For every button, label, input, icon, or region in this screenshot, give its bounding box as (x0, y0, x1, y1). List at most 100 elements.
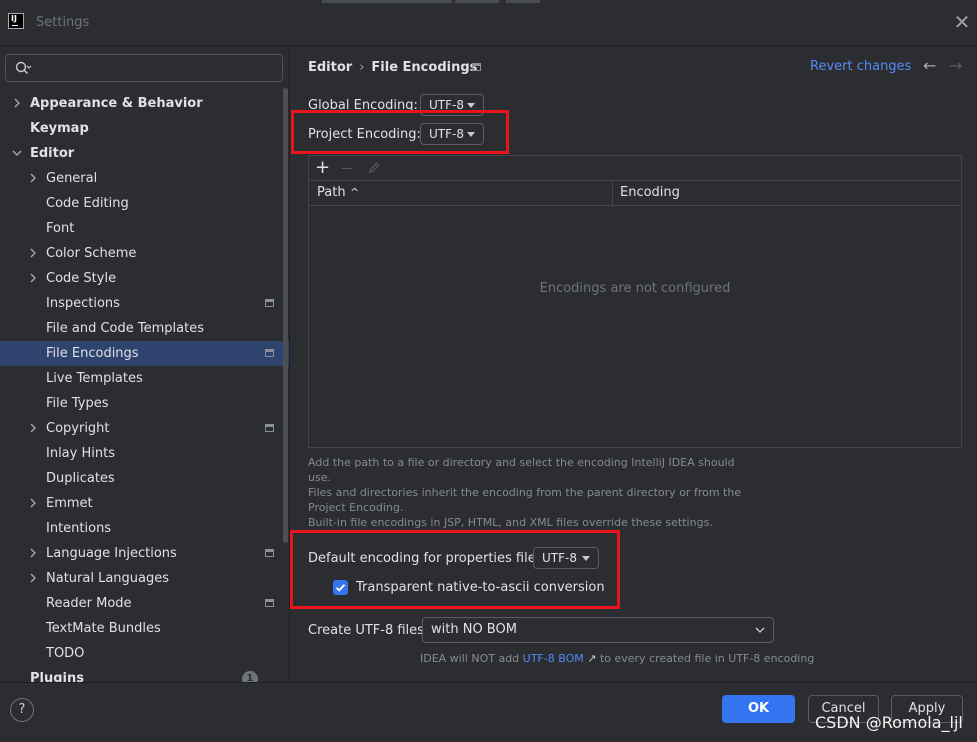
sidebar-item-label: File Encodings (46, 346, 139, 361)
sidebar-item-font[interactable]: Font (0, 216, 289, 241)
transparent-conversion-checkbox[interactable] (333, 580, 348, 595)
column-header-path[interactable]: Path (317, 181, 346, 205)
sidebar-item-label: Intentions (46, 521, 112, 536)
breadcrumb-parent[interactable]: Editor (308, 60, 352, 75)
chevron-down-icon (467, 103, 475, 108)
dialog-footer: ? OK Cancel Apply CSDN @Romola_ljl (0, 682, 977, 742)
sidebar-item-editor[interactable]: Editor (0, 141, 289, 166)
breadcrumb-separator: › (359, 60, 365, 75)
close-icon[interactable]: ✕ (950, 10, 974, 34)
chevron-down-icon (755, 627, 765, 633)
ok-button[interactable]: OK (722, 695, 795, 723)
utf8-bom-link[interactable]: UTF-8 BOM (523, 652, 584, 665)
project-scope-icon (265, 299, 274, 307)
background-window-edge (455, 0, 499, 3)
sidebar-item-code-style[interactable]: Code Style (0, 266, 289, 291)
chevron-right-icon[interactable] (11, 97, 23, 109)
bom-note-suffix: to every created file in UTF-8 encoding (599, 652, 815, 665)
plugins-update-badge: 1 (242, 671, 258, 682)
chevron-right-icon[interactable] (27, 497, 39, 509)
sidebar-item-label: TODO (46, 646, 85, 661)
properties-encoding-label: Default encoding for properties files: (308, 551, 547, 566)
sidebar-item-color-scheme[interactable]: Color Scheme (0, 241, 289, 266)
sidebar-item-file-types[interactable]: File Types (0, 391, 289, 416)
sidebar-item-inlay-hints[interactable]: Inlay Hints (0, 441, 289, 466)
sidebar-item-label: Natural Languages (46, 571, 170, 586)
search-icon (15, 61, 32, 74)
chevron-right-icon[interactable] (27, 422, 39, 434)
project-encoding-value: UTF-8 (429, 127, 464, 141)
sidebar-item-general[interactable]: General (0, 166, 289, 191)
sidebar-item-label: Keymap (30, 121, 89, 136)
chevron-right-icon[interactable] (27, 172, 39, 184)
watermark: CSDN @Romola_ljl (815, 713, 963, 732)
properties-encoding-value: UTF-8 (542, 551, 577, 565)
help-button[interactable]: ? (10, 698, 34, 722)
sidebar-item-natural-languages[interactable]: Natural Languages (0, 566, 289, 591)
add-icon[interactable]: + (315, 156, 330, 180)
sidebar-item-todo[interactable]: TODO (0, 641, 289, 666)
remove-icon[interactable]: — (341, 156, 353, 180)
breadcrumb: Editor › File Encodings (308, 60, 477, 75)
help-line: use. (308, 471, 331, 484)
sidebar-item-reader-mode[interactable]: Reader Mode (0, 591, 289, 616)
help-line: Add the path to a file or directory and … (308, 456, 735, 469)
sidebar-item-intentions[interactable]: Intentions (0, 516, 289, 541)
background-window-edge (506, 0, 540, 3)
properties-encoding-dropdown[interactable]: UTF-8 (533, 547, 599, 569)
sidebar-scrollbar[interactable] (283, 88, 288, 543)
external-link-icon: ↗ (587, 652, 597, 665)
sidebar-item-label: Inspections (46, 296, 120, 311)
sidebar-item-live-templates[interactable]: Live Templates (0, 366, 289, 391)
sidebar-item-label: Copyright (46, 421, 110, 436)
sidebar-item-label: Editor (30, 146, 75, 161)
sidebar-item-emmet[interactable]: Emmet (0, 491, 289, 516)
help-line: Files and directories inherit the encodi… (308, 486, 742, 499)
sidebar-item-duplicates[interactable]: Duplicates (0, 466, 289, 491)
sidebar-item-copyright[interactable]: Copyright (0, 416, 289, 441)
transparent-conversion-label[interactable]: Transparent native-to-ascii conversion (356, 580, 605, 595)
sidebar-item-label: Code Editing (46, 196, 129, 211)
sidebar-item-label: General (46, 171, 98, 186)
chevron-right-icon[interactable] (27, 247, 39, 259)
chevron-down-icon[interactable] (11, 147, 23, 159)
sidebar-item-label: Reader Mode (46, 596, 132, 611)
sidebar-item-file-encodings[interactable]: File Encodings (0, 341, 289, 366)
back-arrow-icon[interactable]: ← (923, 56, 936, 75)
chevron-right-icon[interactable] (27, 272, 39, 284)
sidebar-item-label: Code Style (46, 271, 117, 286)
checkmark-icon (335, 584, 346, 592)
sidebar-item-file-and-code-templates[interactable]: File and Code Templates (0, 316, 289, 341)
sidebar-item-inspections[interactable]: Inspections (0, 291, 289, 316)
forward-arrow-icon[interactable]: → (949, 56, 962, 75)
app-logo-text: IJ (11, 14, 17, 23)
sidebar-item-label: TextMate Bundles (46, 621, 161, 636)
sidebar-item-appearance-behavior[interactable]: Appearance & Behavior (0, 91, 289, 116)
sidebar-item-keymap[interactable]: Keymap (0, 116, 289, 141)
revert-changes-link[interactable]: Revert changes (810, 59, 911, 74)
sidebar-item-textmate-bundles[interactable]: TextMate Bundles (0, 616, 289, 641)
project-scope-icon (265, 349, 274, 357)
create-utf8-dropdown[interactable]: with NO BOM (422, 617, 774, 643)
search-input[interactable] (5, 54, 283, 82)
edit-icon[interactable] (367, 161, 381, 175)
sidebar-item-label: Live Templates (46, 371, 143, 386)
sidebar-item-label: Color Scheme (46, 246, 137, 261)
chevron-right-icon[interactable] (27, 547, 39, 559)
sidebar-item-label: Plugins (30, 671, 84, 682)
help-line: Project Encoding. (308, 501, 404, 514)
chevron-right-icon[interactable] (27, 572, 39, 584)
settings-content: Editor › File Encodings Revert changes ← →… (290, 46, 977, 682)
column-header-encoding[interactable]: Encoding (620, 181, 680, 205)
chevron-down-icon (467, 132, 475, 137)
help-text: Add the path to a file or directory and … (308, 455, 741, 530)
sidebar-item-code-editing[interactable]: Code Editing (0, 191, 289, 216)
project-scope-icon (472, 63, 481, 71)
table-toolbar: + — (309, 156, 961, 181)
sidebar-item-label: Emmet (46, 496, 93, 511)
window-title: Settings (36, 15, 90, 30)
sidebar-item-language-injections[interactable]: Language Injections (0, 541, 289, 566)
column-divider[interactable] (612, 181, 613, 205)
sidebar-item-label: Duplicates (46, 471, 115, 486)
project-encoding-dropdown[interactable]: UTF-8 (420, 123, 484, 145)
